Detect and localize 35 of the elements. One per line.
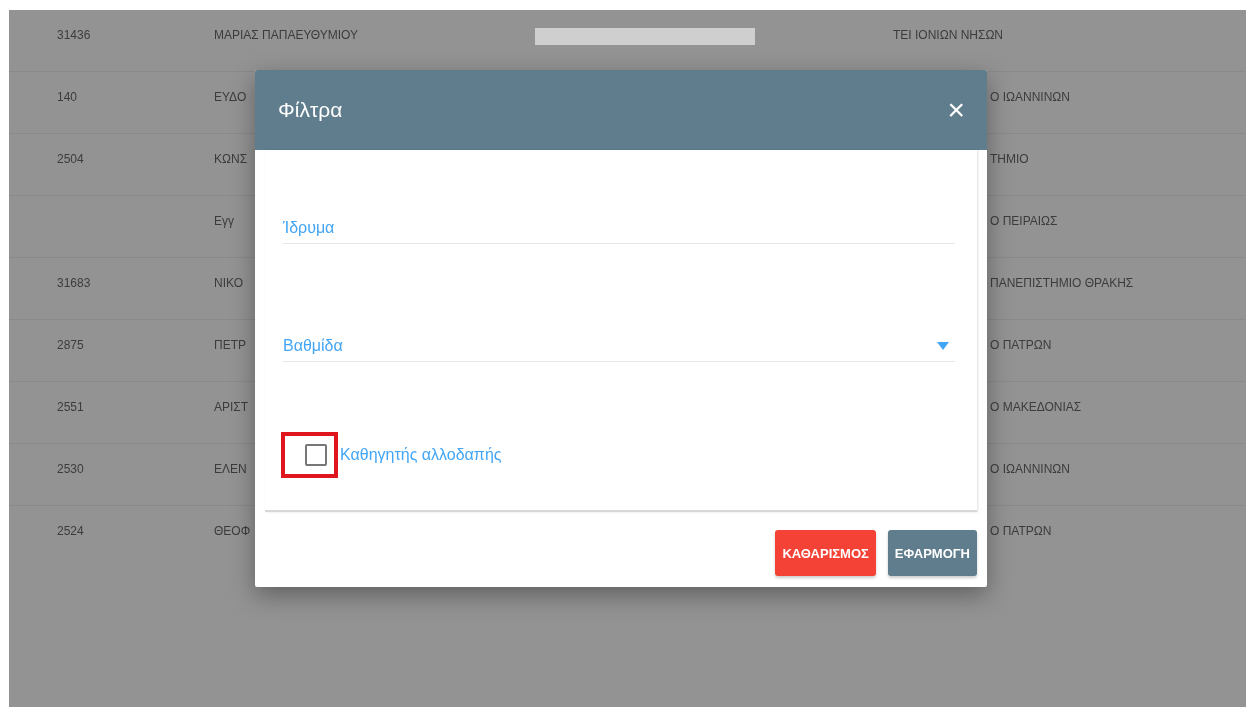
checkbox[interactable] [305,444,327,466]
checkbox-label[interactable]: Καθηγητής αλλοδαπής [340,446,502,464]
institution-cell: Ο ΠΑΤΡΩΝ [990,524,1052,538]
id-cell: 2530 [57,462,84,476]
dropdown-icon [937,342,949,350]
dialog-title: Φίλτρα [278,98,343,122]
id-cell: 2551 [57,400,84,414]
select-field[interactable]: Βαθμίδα [283,330,955,362]
name-cell: ΕΛΕΝ [214,462,247,476]
institution-cell: ΤΗΜΙΟ [990,152,1029,166]
name-cell: ΘΕΟΦ [214,524,251,538]
name-cell: ΕΥΔΟ [214,90,247,104]
institution-cell: Ο ΙΩΑΝΝΙΝΩΝ [990,462,1070,476]
name-cell: ΝΙΚΟ [214,276,243,290]
name-cell: ΜΑΡΙΑΣ ΠΑΠΑΕΥΘΥΜΙΟΥ [214,28,358,42]
name-cell: ΠΕΤΡ [214,338,246,352]
id-cell: 2504 [57,152,84,166]
name-cell: Εγγ [214,214,234,228]
id-cell: 140 [57,90,78,104]
name-cell: ΚΩΝΣ [214,152,248,166]
id-cell: 2875 [57,338,84,352]
institution-cell: Ο ΠΑΤΡΩΝ [990,338,1052,352]
apply-button[interactable]: ΕΦΑΡΜΟΓΗ [887,530,977,576]
institution-cell: Ο ΙΩΑΝΝΙΝΩΝ [990,90,1070,104]
institution-cell: Ο ΠΕΙΡΑΙΩΣ [990,214,1058,228]
id-cell: 2524 [57,524,84,538]
name-cell: ΑΡΙΣΤ [214,400,249,414]
input-field[interactable]: Ίδρυμα [283,212,955,244]
institution-cell: ΤΕΙ ΙΟΝΙΩΝ ΝΗΣΩΝ [893,28,1004,42]
institution-cell: ΠΑΝΕΠΙΣΤΗΜΙΟ ΘΡΑΚΗΣ [990,276,1134,290]
institution-cell: Ο ΜΑΚΕΔΟΝΙΑΣ [990,400,1082,414]
clear-button[interactable]: ΚΑΘΑΡΙΣΜΟΣ [775,530,876,576]
id-cell: 31436 [57,28,91,42]
id-cell: 31683 [57,276,91,290]
close-button[interactable]: × [947,95,965,125]
